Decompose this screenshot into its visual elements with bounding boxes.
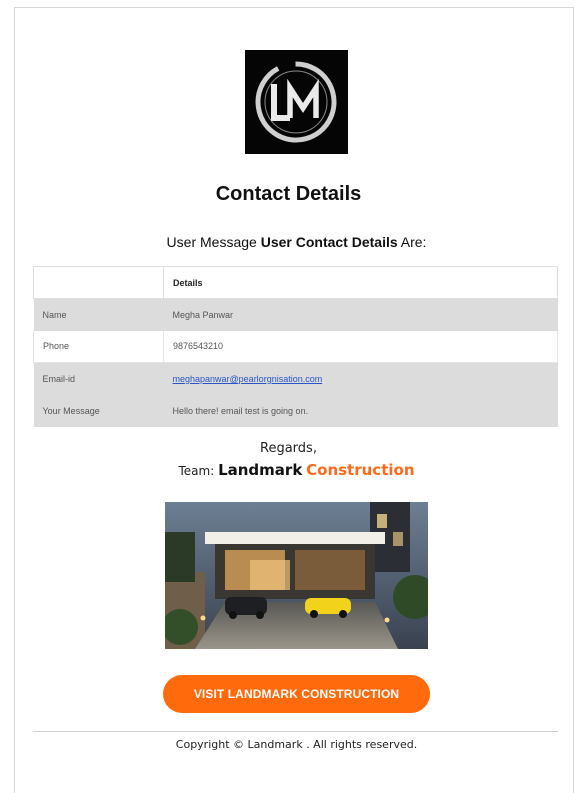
table-row-message: Your Message Hello there! email test is …	[33, 394, 558, 427]
brand-landmark: Landmark	[218, 461, 303, 479]
email-link[interactable]: meghapanwar@pearlorgnisation.com	[173, 374, 323, 384]
subtitle: User Message User Contact Details Are:	[0, 234, 577, 250]
house-photo	[165, 502, 428, 649]
table-header-row: Details	[33, 266, 558, 299]
row-label: Name	[33, 298, 164, 331]
table-row-phone: Phone 9876543210	[33, 330, 558, 363]
row-label: Your Message	[33, 394, 164, 427]
table-row-email: Email-id meghapanwar@pearlorgnisation.co…	[33, 362, 558, 395]
row-label: Email-id	[33, 362, 164, 395]
row-value: 9876543210	[163, 330, 558, 363]
copyright-text: Copyright © Landmark . All rights reserv…	[175, 738, 418, 751]
visit-landmark-button[interactable]: VISIT LANDMARK CONSTRUCTION	[163, 675, 430, 713]
header-cell-details: Details	[163, 266, 558, 299]
brand-construction: Construction	[306, 461, 415, 479]
row-value: Megha Panwar	[163, 298, 558, 331]
row-label: Phone	[33, 330, 164, 363]
regards-text: Regards,	[260, 441, 317, 456]
table-row-name: Name Megha Panwar	[33, 298, 558, 331]
row-value: Hello there! email test is going on.	[163, 394, 558, 427]
footer-divider	[33, 731, 558, 732]
row-value-cell: meghapanwar@pearlorgnisation.com	[163, 362, 558, 395]
subtitle-prefix: User Message	[166, 234, 261, 250]
subtitle-bold: User Contact Details	[260, 234, 398, 250]
team-prefix: Team:	[178, 464, 219, 478]
team-signature: Team: Landmark Construction	[0, 461, 577, 479]
subtitle-suffix: Are:	[397, 234, 427, 250]
header-cell-empty	[33, 266, 164, 299]
contact-details-table: Details Name Megha Panwar Phone 98765432…	[33, 266, 558, 427]
lm-logo-icon	[245, 50, 348, 154]
page-title: Contact Details	[215, 183, 362, 205]
